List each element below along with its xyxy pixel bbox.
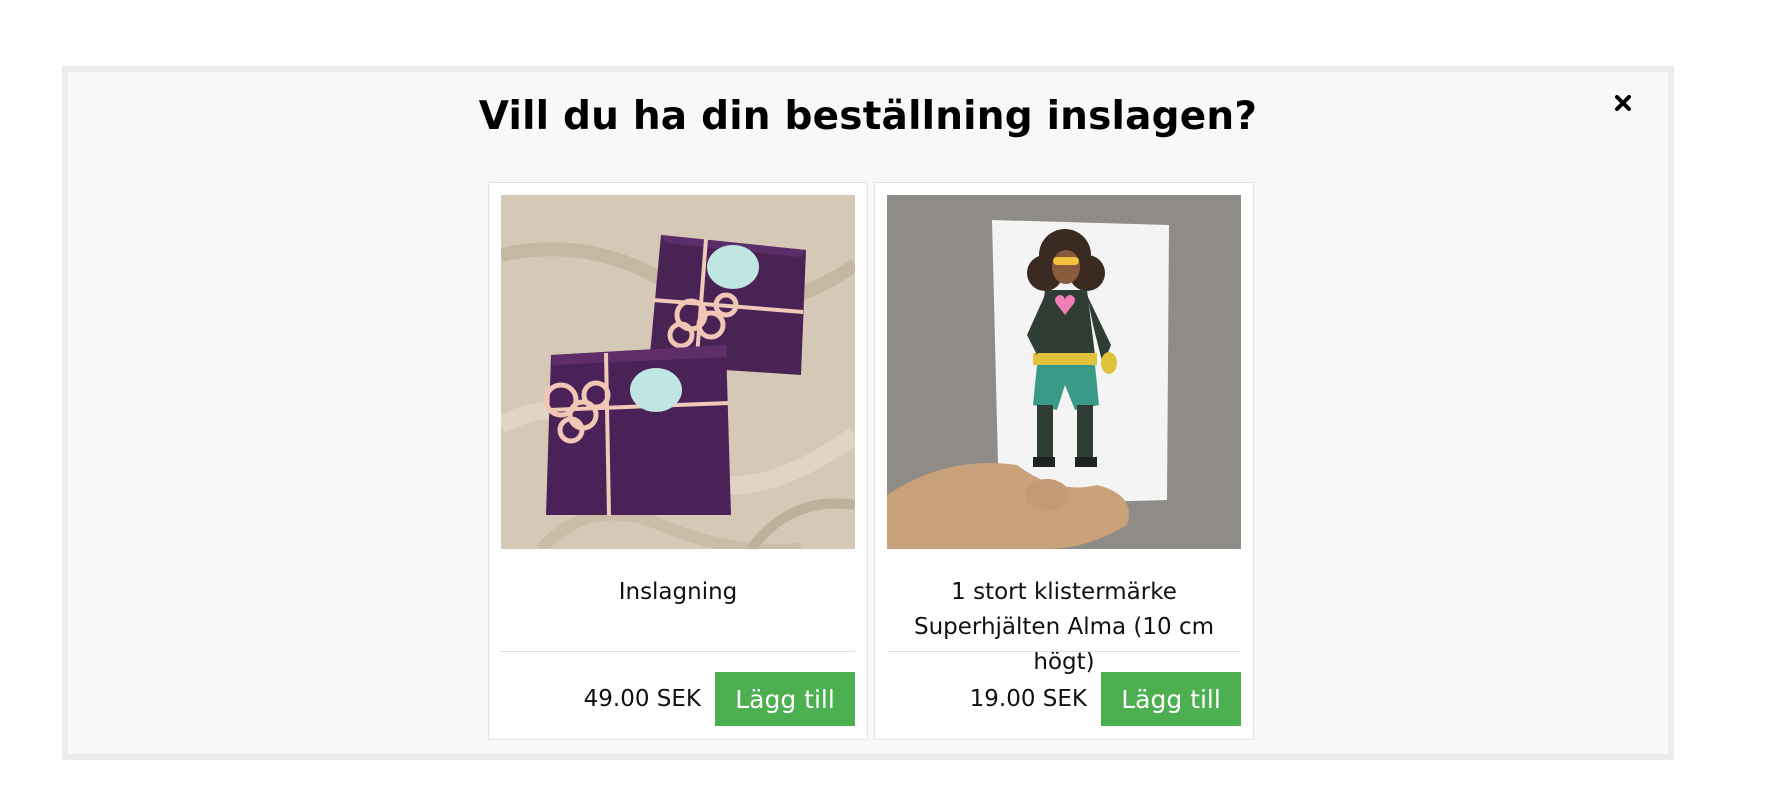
- gift-wrap-photo: [501, 195, 855, 549]
- close-button[interactable]: [1606, 86, 1640, 120]
- divider: [501, 651, 855, 652]
- close-icon: [1606, 86, 1640, 120]
- product-footer: 49.00 SEK Lägg till: [584, 672, 855, 726]
- product-card-sticker: 1 stort klistermärke Superhjälten Alma (…: [874, 182, 1254, 740]
- product-card-inslagning: Inslagning 49.00 SEK Lägg till: [488, 182, 868, 740]
- gift-wrap-modal: Vill du ha din beställning inslagen? Ins…: [62, 66, 1674, 760]
- add-to-cart-button[interactable]: Lägg till: [1101, 672, 1241, 726]
- product-footer: 19.00 SEK Lägg till: [970, 672, 1241, 726]
- divider: [887, 651, 1241, 652]
- modal-title: Vill du ha din beställning inslagen?: [478, 94, 1258, 139]
- add-to-cart-button[interactable]: Lägg till: [715, 672, 855, 726]
- product-price: 49.00 SEK: [583, 686, 701, 712]
- product-list: Inslagning 49.00 SEK Lägg till 1 stort k…: [488, 182, 1254, 740]
- product-name: Inslagning: [618, 579, 738, 605]
- sticker-photo: [887, 195, 1241, 549]
- product-price: 19.00 SEK: [969, 686, 1087, 712]
- product-name: 1 stort klistermärke Superhjälten Alma (…: [913, 579, 1215, 675]
